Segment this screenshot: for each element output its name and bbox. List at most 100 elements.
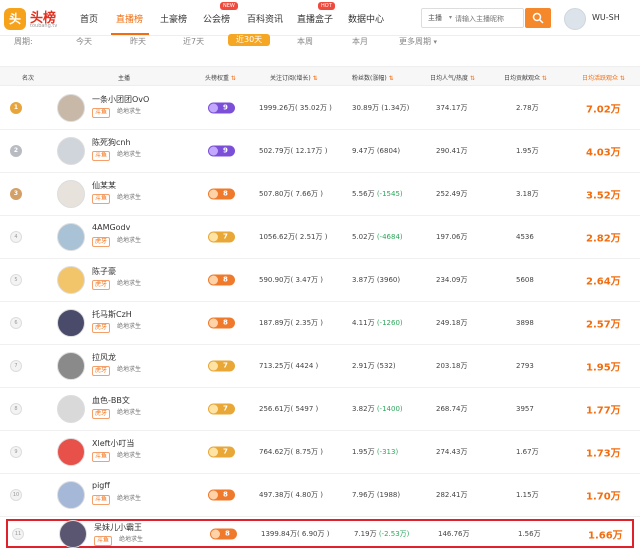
- hot-badge: HOT: [318, 2, 335, 10]
- nav-live-rank[interactable]: 直播榜: [116, 12, 143, 25]
- streamer-name[interactable]: 一条小团团OvO: [92, 94, 149, 105]
- popularity-cell: 374.17万: [436, 104, 468, 112]
- avatar[interactable]: [57, 94, 85, 122]
- avatar[interactable]: [57, 223, 85, 251]
- streamer-name[interactable]: Xleft小叮当: [92, 438, 134, 449]
- col-weight[interactable]: 头榜权重 ⇅: [205, 73, 236, 82]
- active-viewers-cell: 2.82万: [586, 233, 621, 245]
- period-more[interactable]: 更多周期 ▾: [399, 36, 437, 47]
- contrib-cell: 2.78万: [516, 104, 539, 112]
- nav-wiki-news[interactable]: 百科资讯: [247, 12, 283, 25]
- streamer-name[interactable]: pigff: [92, 481, 110, 490]
- subscriptions-value: 1999.26万: [259, 104, 295, 112]
- col-contrib[interactable]: 日均贡献观众 ⇅: [504, 73, 547, 82]
- rank-badge: 2: [10, 145, 22, 157]
- subscriptions-growth: ( 2.35万 ): [290, 319, 324, 327]
- avatar[interactable]: [57, 395, 85, 423]
- rank-badge: 9: [10, 446, 22, 458]
- table-row[interactable]: 11 呆妹儿小霸王 斗鱼 绝地求生 8 1399.84万( 6.90万 ) 7.19万 (-…: [6, 519, 634, 548]
- fans-growth: (-313): [376, 448, 399, 456]
- period-7days[interactable]: 近7天: [183, 36, 204, 47]
- subscriptions-value: 590.90万: [259, 276, 291, 284]
- streamer-name[interactable]: 拉风龙: [92, 352, 116, 363]
- table-row[interactable]: 8 血色-BB文 虎牙 绝地求生 7 256.61万( 5497 ) 3.82万 (-140…: [0, 388, 640, 431]
- streamer-name[interactable]: 仙某某: [92, 180, 116, 191]
- avatar[interactable]: [59, 519, 87, 548]
- streamer-name[interactable]: 呆妹儿小霸王: [94, 522, 142, 533]
- table-row[interactable]: 6 托马斯CzH 虎牙 绝地求生 8 187.89万( 2.35万 ) 4.11万 (-12…: [0, 302, 640, 345]
- col-subscriptions[interactable]: 关注订阅(增长) ⇅: [270, 73, 318, 82]
- avatar[interactable]: [57, 352, 85, 380]
- fans-cell: 7.96万 (1988): [352, 490, 400, 500]
- streamer-name[interactable]: 血色-BB文: [92, 395, 130, 406]
- weight-icon: [209, 318, 218, 328]
- subscriptions-value: 497.38万: [259, 491, 291, 499]
- active-viewers-cell: 2.57万: [586, 319, 621, 331]
- streamer-name[interactable]: 4AMGodv: [92, 223, 130, 232]
- table-row[interactable]: 2 陈死狗cnh 斗鱼 绝地求生 9 502.79万( 12.17万 ) 9.47万 (68…: [0, 130, 640, 173]
- popularity-cell: 197.06万: [436, 233, 468, 241]
- popularity-cell: 249.18万: [436, 319, 468, 327]
- period-today[interactable]: 今天: [76, 36, 92, 47]
- nav-data-center[interactable]: 数据中心: [348, 12, 384, 25]
- fans-growth: (-1400): [376, 405, 403, 413]
- fans-value: 3.82万: [352, 405, 375, 413]
- nav-tycoon-rank[interactable]: 土豪榜: [160, 12, 187, 25]
- avatar[interactable]: [57, 180, 85, 208]
- table-row[interactable]: 3 仙某某 斗鱼 绝地求生 8 507.80万( 7.66万 ) 5.56万 (-1545)…: [0, 173, 640, 216]
- search-type-select[interactable]: 主播: [428, 13, 442, 23]
- streamer-name[interactable]: 陈子豪: [92, 266, 116, 277]
- site-logo[interactable]: 头 头榜 toubang.tv: [4, 6, 64, 32]
- subscriptions-cell: 507.80万( 7.66万 ): [259, 189, 323, 199]
- subscriptions-cell: 187.89万( 2.35万 ): [259, 318, 323, 328]
- col-active[interactable]: 日均活跃观众 ⇅: [582, 73, 625, 82]
- top-nav: 头 头榜 toubang.tv 首页 直播榜 土豪榜 公会榜 NEW 百科资讯 …: [0, 0, 640, 36]
- popularity-cell: 268.74万: [436, 405, 468, 413]
- table-row[interactable]: 7 拉风龙 虎牙 绝地求生 7 713.25万( 4424 ) 2.91万 (532) 203…: [0, 345, 640, 388]
- category-label: 绝地求生: [117, 108, 142, 115]
- subscriptions-cell: 502.79万( 12.17万 ): [259, 146, 327, 156]
- weight-badge: 7: [208, 231, 235, 243]
- nav-home[interactable]: 首页: [80, 12, 98, 25]
- platform-tag: 斗鱼: [92, 495, 111, 505]
- avatar[interactable]: [57, 438, 85, 466]
- col-popularity[interactable]: 日均人气/热度 ⇅: [430, 73, 475, 82]
- table-row[interactable]: 4 4AMGodv 虎牙 绝地求生 7 1056.62万( 2.51万 ) 5.02万 (-…: [0, 216, 640, 259]
- weight-badge: 7: [208, 403, 235, 415]
- avatar[interactable]: [57, 266, 85, 294]
- weight-value: 7: [223, 404, 228, 413]
- table-row[interactable]: 9 Xleft小叮当 斗鱼 绝地求生 7 764.62万( 8.75万 ) 1.95万 (-…: [0, 431, 640, 474]
- streamer-name[interactable]: 陈死狗cnh: [92, 137, 131, 148]
- platform-tag: 斗鱼: [92, 452, 111, 462]
- search-input[interactable]: [455, 11, 521, 26]
- table-row[interactable]: 1 一条小团团OvO 斗鱼 绝地求生 9 1999.26万( 35.02万 ) 30.89万…: [0, 87, 640, 130]
- weight-badge: 8: [208, 188, 235, 200]
- user-avatar[interactable]: [564, 8, 586, 30]
- platform-tag: 斗鱼: [94, 536, 113, 546]
- table-row[interactable]: 10 pigff 斗鱼 绝地求生 8 497.38万( 4.80万 ) 7.96万 (198…: [0, 474, 640, 517]
- period-yesterday[interactable]: 昨天: [130, 36, 146, 47]
- period-this-month[interactable]: 本月: [352, 36, 368, 47]
- logo-subtitle: toubang.tv: [30, 23, 58, 29]
- avatar[interactable]: [57, 309, 85, 337]
- avatar[interactable]: [57, 137, 85, 165]
- table-row[interactable]: 5 陈子豪 虎牙 绝地求生 8 590.90万( 3.47万 ) 3.87万 (3960) 2…: [0, 259, 640, 302]
- weight-icon: [209, 361, 218, 371]
- chevron-down-icon[interactable]: ▾: [449, 14, 452, 21]
- search-button[interactable]: [525, 8, 551, 28]
- category-label: 绝地求生: [117, 194, 142, 201]
- nav-live-box[interactable]: 直播盒子: [297, 12, 333, 25]
- nav-guild-rank[interactable]: 公会榜: [203, 12, 230, 25]
- period-30days[interactable]: 近30天: [228, 34, 271, 46]
- user-name[interactable]: WU-SH: [592, 13, 620, 22]
- streamer-name[interactable]: 托马斯CzH: [92, 309, 132, 320]
- subscriptions-cell: 497.38万( 4.80万 ): [259, 490, 323, 500]
- col-fans[interactable]: 粉丝数(涨幅) ⇅: [352, 73, 394, 82]
- avatar[interactable]: [57, 481, 85, 509]
- subscriptions-cell: 1399.84万( 6.90万 ): [261, 529, 329, 539]
- platform-tag: 斗鱼: [92, 194, 111, 204]
- period-this-week[interactable]: 本周: [297, 36, 313, 47]
- platform-tag: 虎牙: [92, 237, 111, 247]
- fans-cell: 5.02万 (-4684): [352, 232, 403, 242]
- fans-growth: (-4684): [376, 233, 403, 241]
